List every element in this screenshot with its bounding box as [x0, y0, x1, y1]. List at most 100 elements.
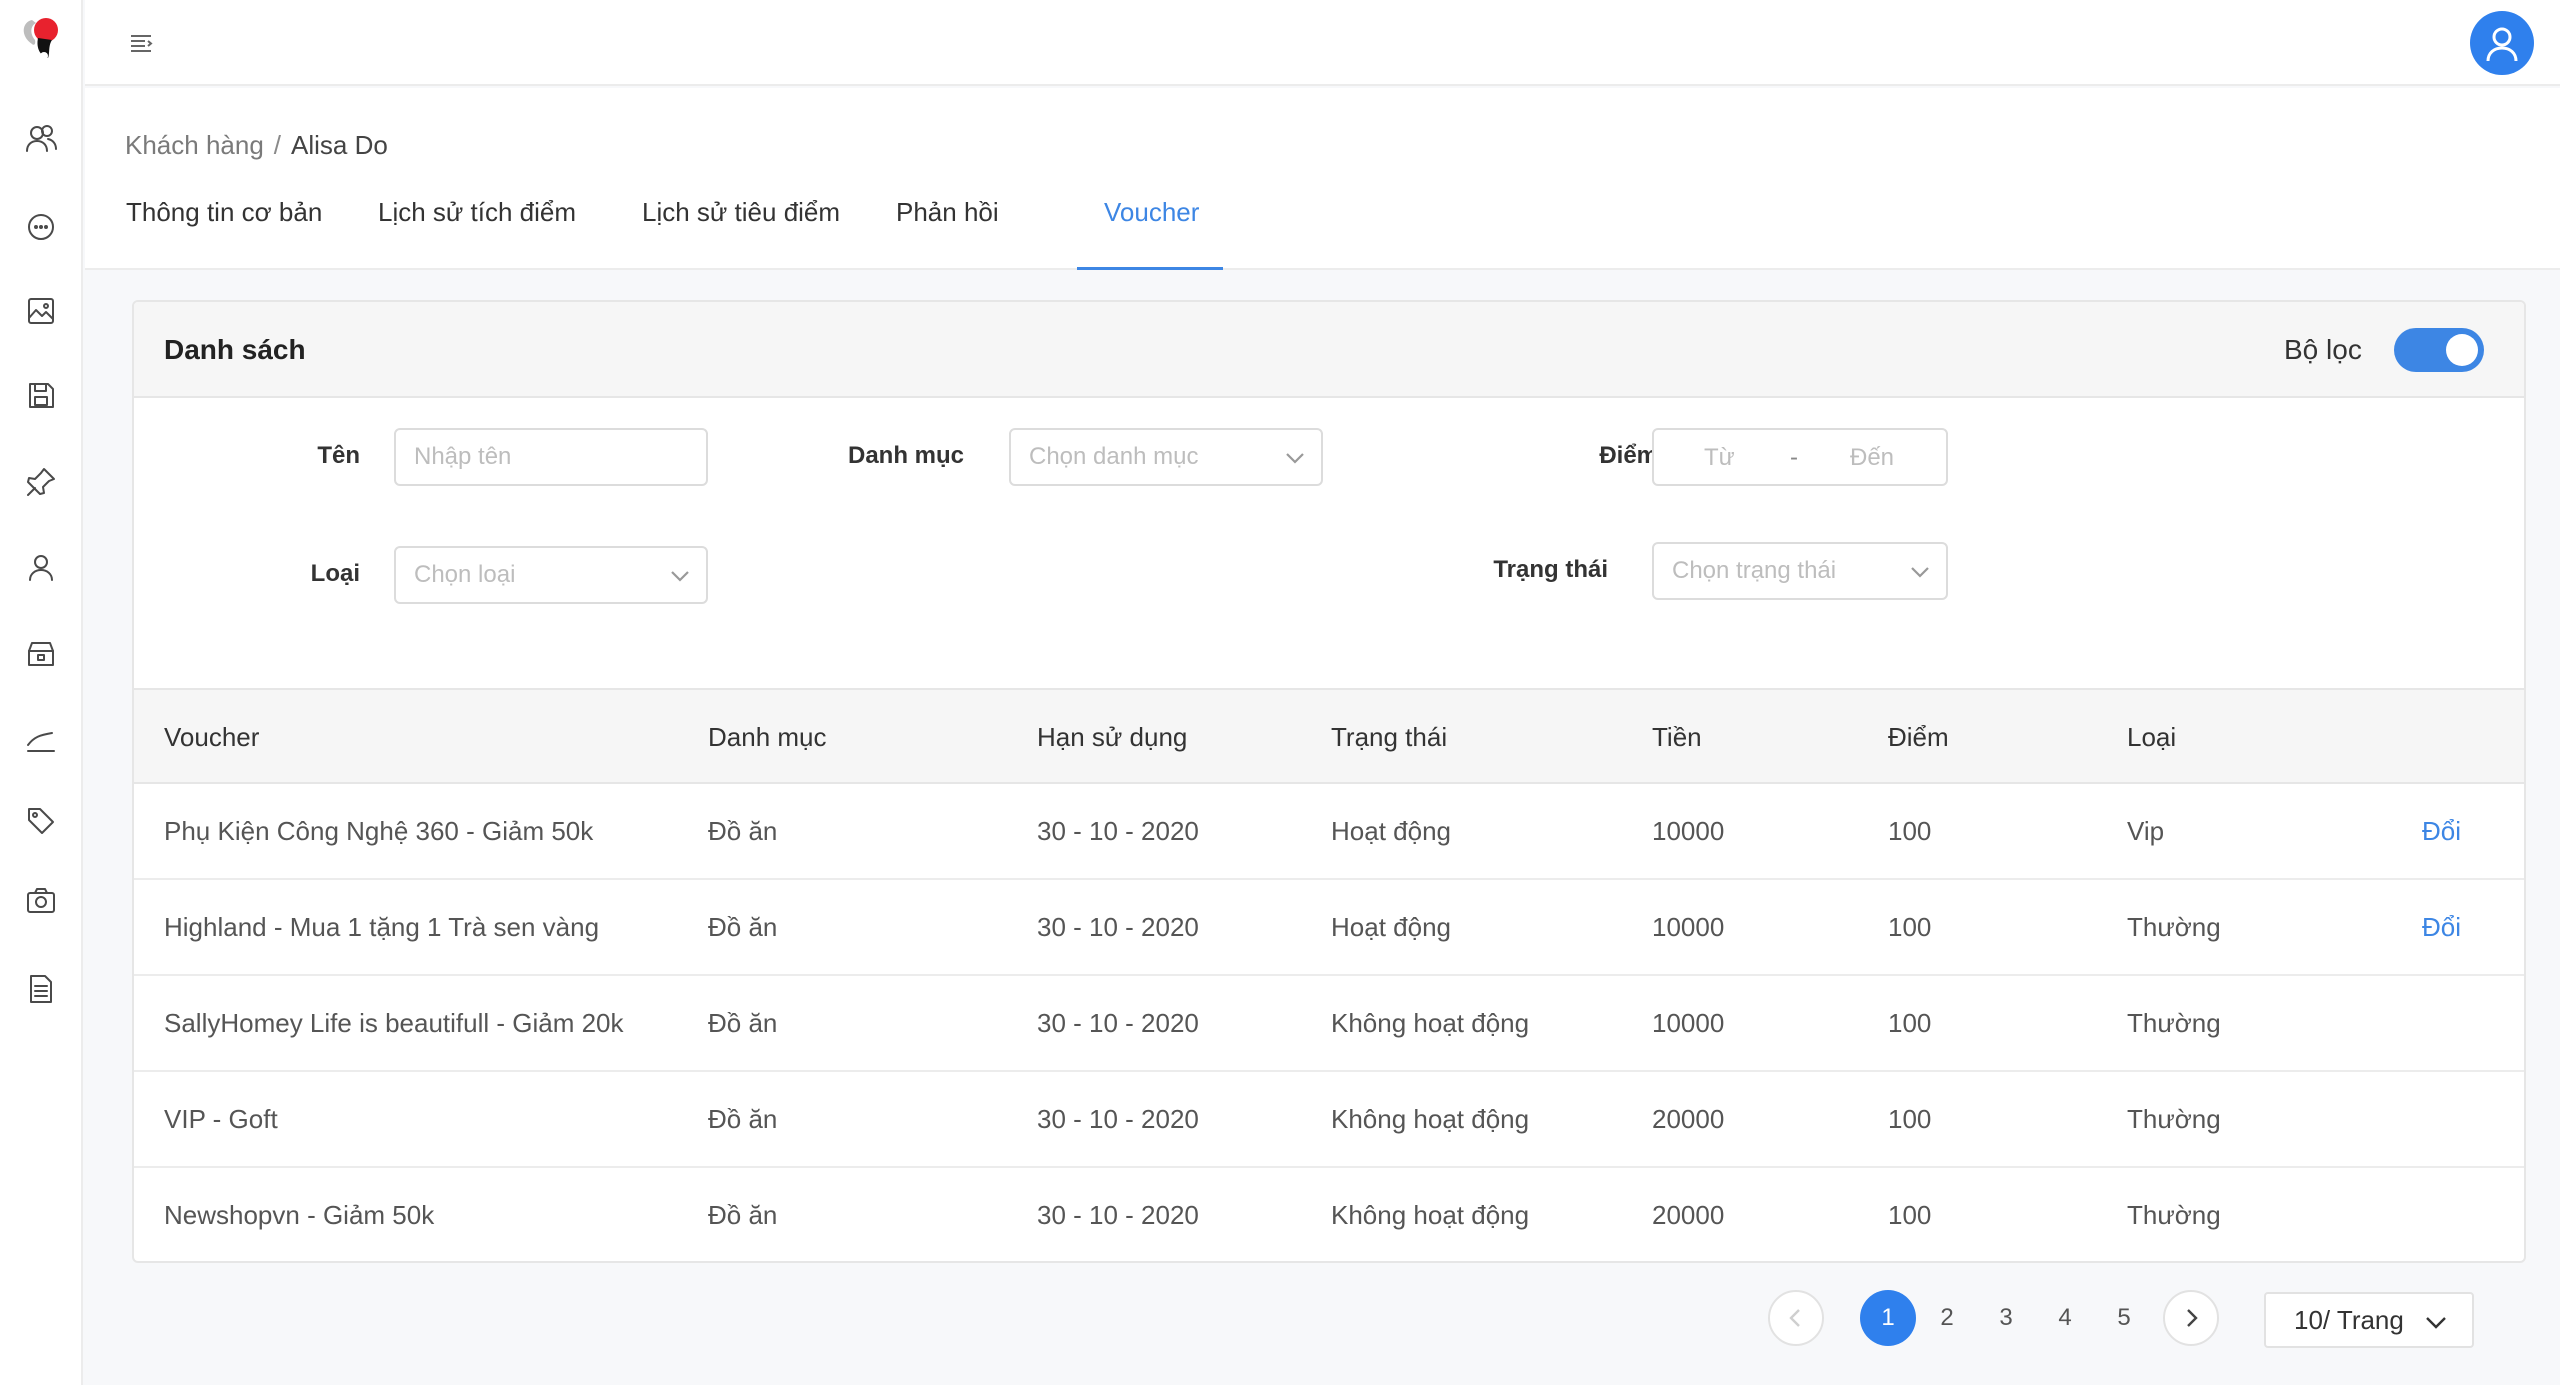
save-icon[interactable] — [20, 374, 62, 416]
page-button-3[interactable]: 3 — [1978, 1290, 2034, 1346]
page-button-1[interactable]: 1 — [1860, 1290, 1916, 1346]
sidebar — [0, 0, 83, 1385]
camera-icon[interactable] — [20, 880, 62, 922]
tab-feedback[interactable]: Phản hồi — [896, 194, 999, 270]
cell-status: Hoạt động — [1331, 912, 1451, 942]
points-to-placeholder: Đến — [1850, 444, 1895, 471]
filter-toggle-knob — [2446, 334, 2478, 366]
cell-type: Thường — [2127, 1104, 2221, 1134]
breadcrumb-current: Alisa Do — [291, 130, 388, 160]
cell-type: Thường — [2127, 1200, 2221, 1230]
cell-voucher: Newshopvn - Giảm 50k — [164, 1200, 435, 1230]
chevron-down-icon — [668, 564, 692, 588]
pagination: 1 2 3 4 5 10/ Trang — [0, 1290, 2560, 1350]
chevron-right-icon — [2187, 1309, 2198, 1327]
card-title: Danh sách — [164, 334, 306, 365]
breadcrumb-separator: / — [273, 130, 282, 160]
cell-points: 100 — [1888, 816, 1932, 846]
cell-money: 10000 — [1652, 912, 1725, 942]
cell-status: Không hoạt động — [1331, 1104, 1530, 1134]
status-filter-select[interactable]: Chọn trạng thái — [1652, 542, 1948, 600]
voucher-list-card: Danh sách Bộ lọc Tên Nhập tên Danh mục C… — [132, 300, 2526, 1263]
chevron-down-icon — [1908, 560, 1932, 584]
table-row: Newshopvn - Giảm 50k Đồ ăn 30 - 10 - 202… — [134, 1168, 2524, 1261]
category-filter-placeholder: Chọn danh mục — [1029, 443, 1199, 470]
page-header: Khách hàng / Alisa Do Thông tin cơ bản L… — [85, 88, 2560, 270]
cell-voucher: VIP - Goft — [164, 1104, 278, 1134]
chevron-down-icon — [1283, 446, 1307, 470]
menu-toggle-icon[interactable] — [121, 24, 161, 62]
column-header-category: Danh mục — [708, 722, 827, 752]
page-button-5[interactable]: 5 — [2096, 1290, 2152, 1346]
top-bar — [85, 0, 2560, 86]
page-size-value: 10/ Trang — [2294, 1304, 2404, 1335]
redeem-link[interactable]: Đổi — [2422, 912, 2461, 943]
tab-points-spent-history[interactable]: Lịch sử tiêu điểm — [642, 194, 840, 270]
table-row: VIP - Goft Đồ ăn 30 - 10 - 2020 Không ho… — [134, 1072, 2524, 1168]
cell-expiry: 30 - 10 - 2020 — [1037, 1104, 1199, 1134]
user-icon[interactable] — [20, 547, 62, 589]
points-filter-label: Điểm — [1599, 442, 1658, 469]
users-icon[interactable] — [20, 118, 62, 160]
tag-icon[interactable] — [20, 800, 62, 842]
table-header: Voucher Danh mục Hạn sử dụng Trạng thái … — [134, 688, 2524, 784]
page-size-select[interactable]: 10/ Trang — [2264, 1292, 2474, 1348]
page-button-4[interactable]: 4 — [2037, 1290, 2093, 1346]
cell-status: Không hoạt động — [1331, 1008, 1530, 1038]
chat-icon[interactable] — [20, 206, 62, 248]
cell-points: 100 — [1888, 1008, 1932, 1038]
breadcrumb-parent[interactable]: Khách hàng — [125, 130, 264, 161]
column-header-money: Tiền — [1652, 722, 1702, 752]
tab-points-earned-history[interactable]: Lịch sử tích điểm — [378, 194, 576, 270]
image-icon[interactable] — [20, 290, 62, 332]
column-header-type: Loại — [2127, 722, 2177, 752]
name-filter-label: Tên — [317, 442, 360, 469]
tab-basic-info[interactable]: Thông tin cơ bản — [126, 194, 322, 270]
status-filter-label: Trạng thái — [1493, 556, 1608, 583]
chevron-down-icon — [2422, 1308, 2450, 1343]
cell-category: Đồ ăn — [708, 1200, 778, 1230]
cell-expiry: 30 - 10 - 2020 — [1037, 1008, 1199, 1038]
cell-category: Đồ ăn — [708, 912, 778, 942]
cell-voucher: SallyHomey Life is beautifull - Giảm 20k — [164, 1008, 624, 1038]
cell-expiry: 30 - 10 - 2020 — [1037, 912, 1199, 942]
cell-points: 100 — [1888, 1104, 1932, 1134]
card-header: Danh sách Bộ lọc — [134, 302, 2524, 398]
cell-money: 20000 — [1652, 1104, 1725, 1134]
cell-money: 10000 — [1652, 1008, 1725, 1038]
active-tab-indicator — [1077, 267, 1223, 270]
cell-status: Không hoạt động — [1331, 1200, 1530, 1230]
points-range-input[interactable]: Từ - Đến — [1652, 428, 1948, 486]
cell-type: Thường — [2127, 1008, 2221, 1038]
type-filter-select[interactable]: Chọn loại — [394, 546, 708, 604]
store-icon[interactable] — [20, 633, 62, 675]
table-row: SallyHomey Life is beautifull - Giảm 20k… — [134, 976, 2524, 1072]
filter-label: Bộ lọc — [2284, 334, 2362, 365]
column-header-status: Trạng thái — [1331, 722, 1448, 752]
name-filter-input[interactable]: Nhập tên — [394, 428, 708, 486]
cell-money: 20000 — [1652, 1200, 1725, 1230]
cell-voucher: Phụ Kiện Công Nghệ 360 - Giảm 50k — [164, 816, 594, 846]
tab-voucher[interactable]: Voucher — [1104, 194, 1199, 270]
chevron-left-icon — [1789, 1309, 1800, 1327]
cell-category: Đồ ăn — [708, 1104, 778, 1134]
cell-status: Hoạt động — [1331, 816, 1451, 846]
document-icon[interactable] — [20, 968, 62, 1010]
pin-icon[interactable] — [20, 461, 62, 503]
cell-type: Thường — [2127, 912, 2221, 942]
breadcrumb: Khách hàng / Alisa Do — [125, 130, 388, 161]
status-filter-placeholder: Chọn trạng thái — [1672, 557, 1837, 584]
next-page-button[interactable] — [2163, 1290, 2219, 1346]
category-filter-select[interactable]: Chọn danh mục — [1009, 428, 1323, 486]
cell-points: 100 — [1888, 1200, 1932, 1230]
filter-toggle[interactable] — [2394, 328, 2484, 372]
column-header-voucher: Voucher — [164, 722, 260, 752]
chart-line-icon[interactable] — [20, 719, 62, 761]
user-avatar-icon[interactable] — [2470, 11, 2534, 75]
type-filter-placeholder: Chọn loại — [414, 561, 516, 588]
app-logo[interactable] — [18, 14, 66, 64]
redeem-link[interactable]: Đổi — [2422, 816, 2461, 847]
prev-page-button[interactable] — [1768, 1290, 1824, 1346]
page-button-2[interactable]: 2 — [1919, 1290, 1975, 1346]
type-filter-label: Loại — [310, 560, 360, 587]
